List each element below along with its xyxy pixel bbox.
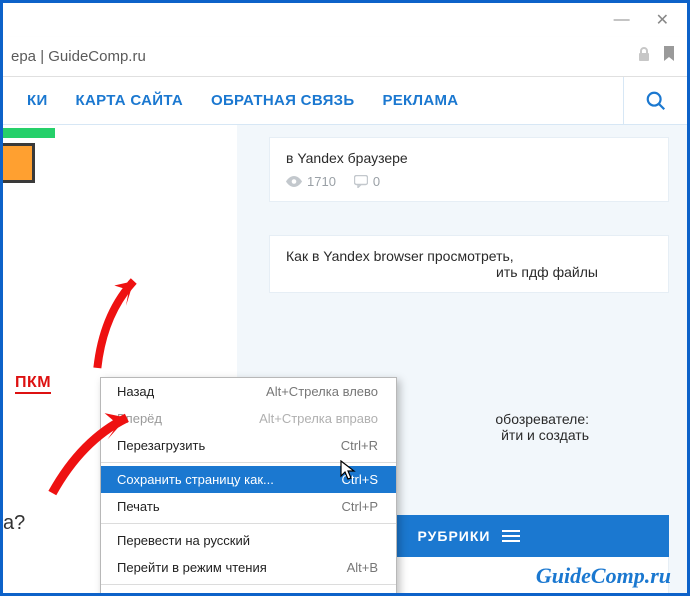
browser-window: — ✕ ера | GuideComp.ru КИ КАРТА САЙТА ОБ… [0, 0, 690, 596]
menu-icon [502, 527, 520, 545]
article-title: Как в Yandex browser просмотреть, [286, 248, 652, 264]
ctx-back[interactable]: НазадAlt+Стрелка влево [101, 378, 396, 405]
ctx-translate[interactable]: Перевести на русский [101, 527, 396, 554]
comments-stat: 0 [354, 174, 380, 189]
comment-icon [354, 175, 368, 188]
article-card-2[interactable]: Как в Yandex browser просмотреть, ить пд… [269, 235, 669, 293]
lock-icon[interactable] [637, 46, 651, 67]
views-stat: 1710 [286, 174, 336, 189]
ctx-view-source[interactable]: Просмотреть код страницыCtrl+U [101, 588, 396, 596]
address-bar[interactable]: ера | GuideComp.ru [3, 37, 687, 77]
pkm-annotation: ПКМ [15, 374, 51, 394]
article-title: обозревателе: [445, 411, 669, 427]
eye-icon [286, 176, 302, 187]
search-button[interactable] [623, 77, 687, 124]
text-fragment: а? [3, 512, 25, 535]
nav-item-3[interactable]: РЕКЛАМА [368, 92, 472, 109]
window-titlebar: — ✕ [3, 3, 687, 37]
nav-item-1[interactable]: КАРТА САЙТА [62, 92, 197, 109]
article-line2: йти и создать [445, 427, 669, 443]
thumbnail-fragment [3, 143, 35, 183]
context-menu: НазадAlt+Стрелка влево ВперёдAlt+Стрелка… [100, 377, 397, 596]
article-line2: ить пдф файлы [496, 264, 652, 280]
nav-item-2[interactable]: ОБРАТНАЯ СВЯЗЬ [197, 92, 368, 109]
article-card-3[interactable]: обозревателе: йти и создать [429, 405, 669, 449]
ctx-reader-mode[interactable]: Перейти в режим чтенияAlt+B [101, 554, 396, 581]
page-title: ера | GuideComp.ru [3, 48, 146, 65]
ctx-print[interactable]: ПечатьCtrl+P [101, 493, 396, 520]
nav-item-0[interactable]: КИ [13, 92, 62, 109]
page-content: ПКМ а? в Yandex браузере 1710 0 Как в Ya… [3, 125, 687, 596]
ctx-separator [101, 462, 396, 463]
ctx-separator [101, 584, 396, 585]
article-card-1[interactable]: в Yandex браузере 1710 0 [269, 137, 669, 202]
ctx-save-as[interactable]: Сохранить страницу как...Ctrl+S [101, 466, 396, 493]
watermark: GuideComp.ru [536, 563, 671, 589]
window-minimize-button[interactable]: — [614, 11, 628, 29]
top-nav: КИ КАРТА САЙТА ОБРАТНАЯ СВЯЗЬ РЕКЛАМА [3, 77, 687, 125]
green-strip [3, 128, 55, 138]
ctx-separator [101, 523, 396, 524]
widget-title: РУБРИКИ [418, 528, 491, 544]
window-close-button[interactable]: ✕ [656, 10, 669, 30]
article-title: в Yandex браузере [286, 150, 652, 166]
bookmark-icon[interactable] [663, 46, 675, 67]
